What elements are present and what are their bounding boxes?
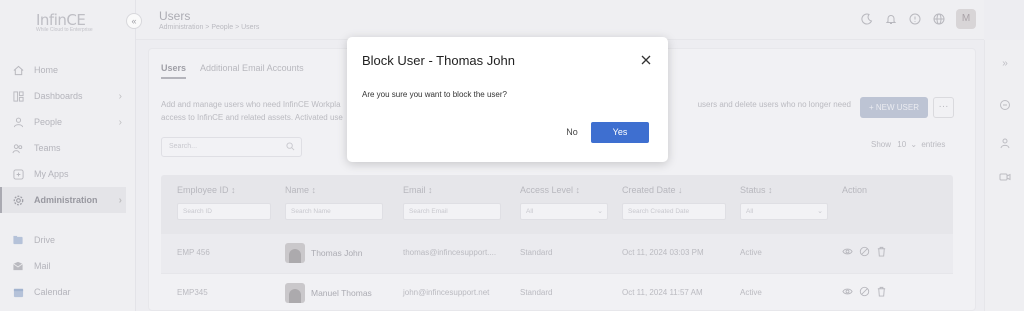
yes-button[interactable]: Yes [591,122,649,143]
dialog-title: Block User - Thomas John [362,53,515,68]
close-icon[interactable] [639,53,653,67]
block-user-dialog: Block User - Thomas John Are you sure yo… [347,37,668,162]
collapse-sidebar-button[interactable]: « [126,13,142,29]
dialog-message: Are you sure you want to block the user? [362,90,507,99]
no-button[interactable]: No [561,122,583,143]
